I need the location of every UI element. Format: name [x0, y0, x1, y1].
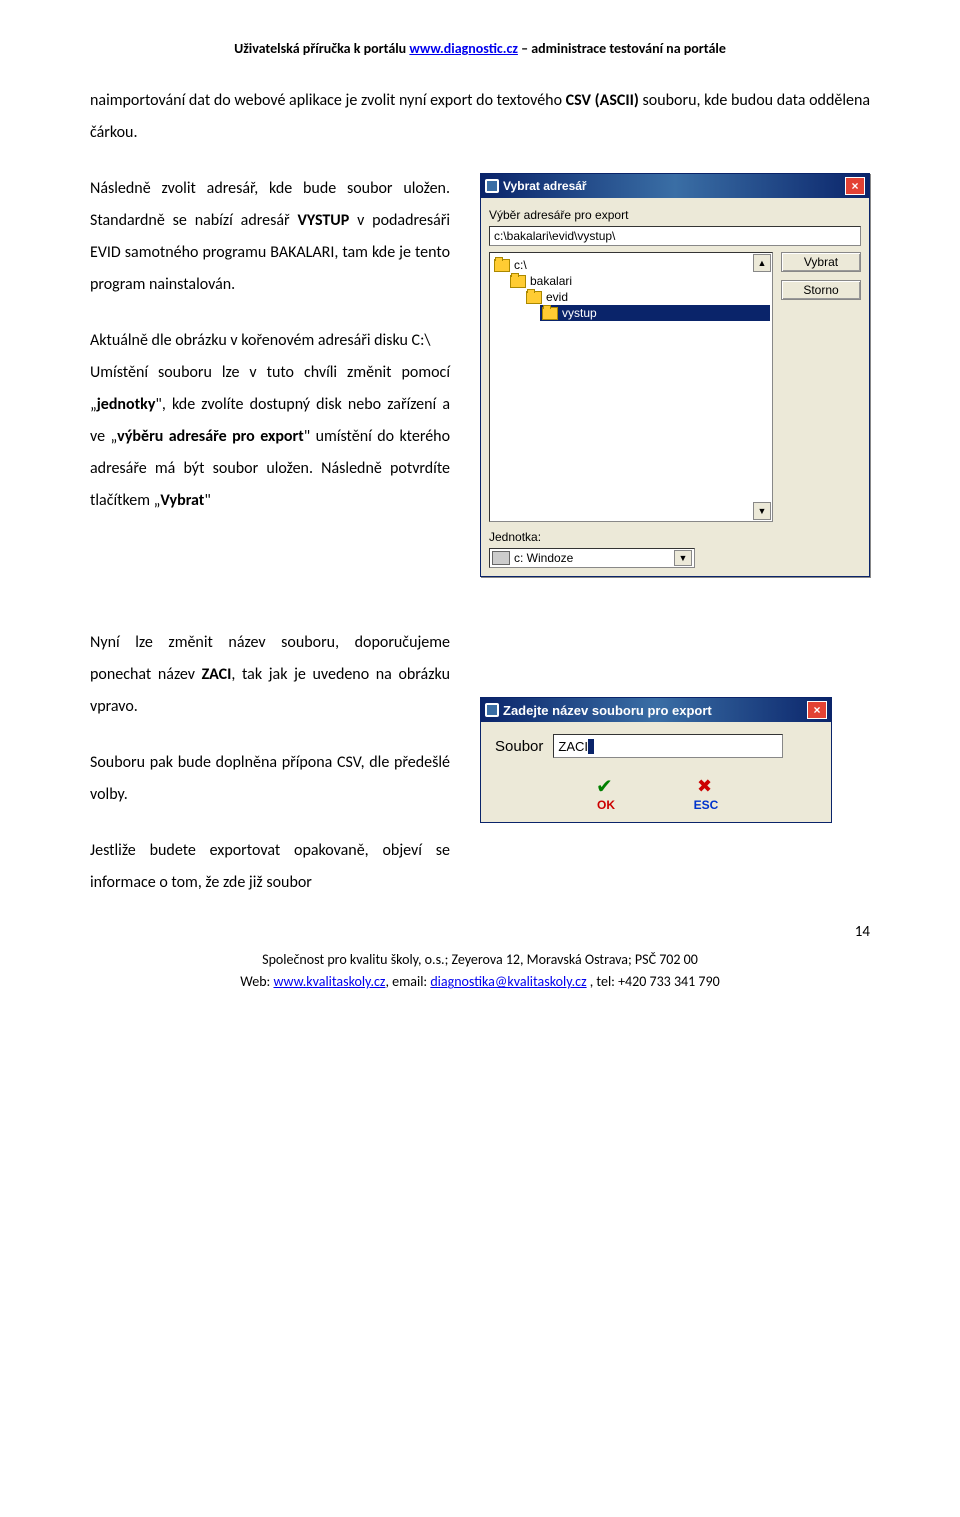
dialog2-titlebar[interactable]: Zadejte název souboru pro export ×	[481, 698, 831, 722]
page-header: Uživatelská příručka k portálu www.diagn…	[90, 40, 870, 57]
scroll-up-icon[interactable]: ▲	[753, 254, 771, 272]
header-suffix: – administrace testování na portále	[518, 40, 726, 57]
path-display: c:\bakalari\evid\vystup\	[489, 226, 861, 246]
folder-icon	[542, 307, 558, 320]
chevron-down-icon[interactable]: ▼	[674, 550, 692, 566]
dialog1-titlebar[interactable]: Vybrat adresář ×	[481, 174, 869, 198]
header-prefix: Uživatelská příručka k portálu	[234, 40, 409, 57]
vybrat-button[interactable]: Vybrat	[781, 252, 861, 272]
dialog1-title: Vybrat adresář	[503, 179, 845, 193]
dialog2-title: Zadejte název souboru pro export	[503, 703, 807, 718]
footer-line1: Společnost pro kvalitu školy, o.s.; Zeye…	[90, 949, 870, 971]
check-icon	[594, 780, 618, 796]
app-icon	[485, 703, 499, 717]
drive-icon	[492, 551, 510, 565]
paragraph-1: naimportování dat do webové aplikace je …	[90, 85, 870, 149]
folder-icon	[494, 259, 510, 272]
jednotka-label: Jednotka:	[489, 530, 861, 544]
tree-item-bakalari[interactable]: bakalari	[508, 273, 770, 289]
close-icon[interactable]: ×	[845, 177, 865, 195]
drive-combobox[interactable]: c: Windoze ▼	[489, 548, 695, 568]
folder-icon	[510, 275, 526, 288]
x-icon	[694, 780, 718, 796]
paragraph-4: Nyní lze změnit název souboru, doporučuj…	[90, 627, 450, 723]
app-icon	[485, 179, 499, 193]
footer-tel: +420 733 341 790	[618, 973, 720, 990]
page-number: 14	[90, 923, 870, 941]
paragraph-3: Aktuálně dle obrázku v kořenovém adresář…	[90, 325, 450, 517]
export-folder-label: Výběr adresáře pro export	[489, 208, 861, 222]
folder-tree[interactable]: ▲ ▼ c:\ bakalari evid vystup	[489, 252, 773, 522]
tree-item-root[interactable]: c:\	[492, 257, 770, 273]
dialog-select-folder: Vybrat adresář × Výběr adresáře pro expo…	[480, 173, 870, 577]
text-cursor	[588, 739, 594, 754]
close-icon[interactable]: ×	[807, 701, 827, 719]
tree-item-vystup[interactable]: vystup	[540, 305, 770, 321]
paragraph-6: Jestliže budete exportovat opakovaně, ob…	[90, 835, 450, 899]
scroll-down-icon[interactable]: ▼	[753, 502, 771, 520]
paragraph-5: Souboru pak bude doplněna přípona CSV, d…	[90, 747, 450, 811]
paragraph-2: Následně zvolit adresář, kde bude soubor…	[90, 173, 450, 301]
ok-button[interactable]: OK	[581, 780, 631, 812]
filename-input[interactable]: ZACI	[553, 734, 783, 758]
dialog-export-filename: Zadejte název souboru pro export × Soubo…	[480, 697, 832, 823]
tree-item-evid[interactable]: evid	[524, 289, 770, 305]
folder-icon	[526, 291, 542, 304]
footer-web-link[interactable]: www.kvalitaskoly.cz	[273, 973, 385, 990]
cancel-button[interactable]: ESC	[681, 780, 731, 812]
soubor-label: Soubor	[495, 738, 543, 755]
drive-value: c: Windoze	[514, 551, 573, 565]
storno-button[interactable]: Storno	[781, 280, 861, 300]
page-footer: Společnost pro kvalitu školy, o.s.; Zeye…	[90, 949, 870, 994]
header-link[interactable]: www.diagnostic.cz	[409, 40, 518, 57]
footer-email-link[interactable]: diagnostika@kvalitaskoly.cz	[430, 973, 586, 990]
